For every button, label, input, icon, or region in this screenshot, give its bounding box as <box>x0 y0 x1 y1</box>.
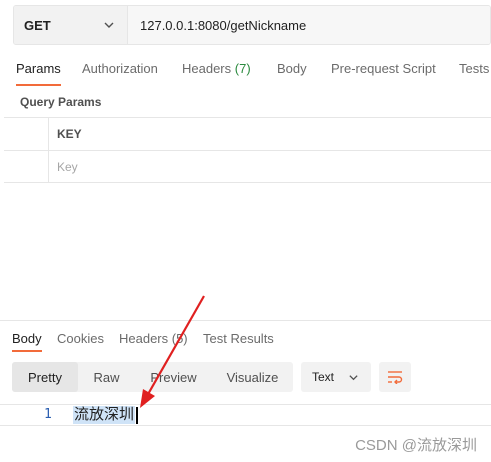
request-tabs: Params Authorization Headers (7) Body Pr… <box>0 52 491 86</box>
key-input[interactable]: Key <box>49 151 491 182</box>
table-row: Key <box>4 150 491 183</box>
format-select[interactable]: Text <box>301 362 371 392</box>
chevron-down-icon <box>349 375 358 381</box>
tab-label: Body <box>277 61 307 76</box>
tab-label: Authorization <box>82 61 158 76</box>
tab-label: Pre-request Script <box>331 61 436 76</box>
method-select[interactable]: GET <box>14 6 128 44</box>
checkbox-column <box>4 118 49 150</box>
tab-pre-request-script[interactable]: Pre-request Script <box>331 52 436 86</box>
pane-divider[interactable] <box>0 320 491 321</box>
tab-label: Tests <box>459 61 490 76</box>
tab-label: Params <box>16 61 61 76</box>
response-tab-headers[interactable]: Headers (5) <box>119 331 188 346</box>
tab-body[interactable]: Body <box>277 52 307 86</box>
view-mode-selector: Pretty Raw Preview Visualize <box>12 362 293 392</box>
tab-count: (7) <box>234 61 251 76</box>
key-column-header: KEY <box>57 127 82 141</box>
response-body-text[interactable]: 流放深圳 <box>73 406 136 424</box>
response-tab-test-results[interactable]: Test Results <box>203 331 274 346</box>
table-header-row: KEY <box>4 117 491 150</box>
tab-label: Headers <box>182 61 232 76</box>
view-mode-preview[interactable]: Preview <box>135 362 212 392</box>
row-checkbox-cell <box>4 151 49 182</box>
line-number: 1 <box>44 407 52 422</box>
response-tab-body[interactable]: Body <box>12 331 42 352</box>
response-tab-cookies[interactable]: Cookies <box>57 331 104 346</box>
view-mode-visualize[interactable]: Visualize <box>212 362 293 392</box>
tab-authorization[interactable]: Authorization <box>82 52 158 86</box>
format-label: Text <box>312 370 335 384</box>
request-bar: GET 127.0.0.1:8080/getNickname <box>13 5 491 45</box>
response-body-editor[interactable]: 1 流放深圳 <box>0 404 491 426</box>
watermark: CSDN @流放深圳 <box>355 437 477 454</box>
tab-headers[interactable]: Headers (7) <box>182 52 251 86</box>
url-text: 127.0.0.1:8080/getNickname <box>140 17 307 33</box>
tab-tests[interactable]: Tests <box>459 52 489 86</box>
response-tabs: Body Cookies Headers (5) Test Results <box>0 324 491 352</box>
wrap-lines-button[interactable] <box>379 362 411 392</box>
view-mode-raw[interactable]: Raw <box>78 362 135 392</box>
chevron-down-icon <box>104 22 114 28</box>
method-label: GET <box>24 17 51 33</box>
view-mode-pretty[interactable]: Pretty <box>12 362 78 392</box>
text-cursor <box>136 407 138 424</box>
params-table: KEY Key <box>4 117 491 183</box>
wrap-lines-icon <box>388 371 403 384</box>
query-params-title: Query Params <box>20 95 102 109</box>
tab-params[interactable]: Params <box>16 52 61 86</box>
url-input[interactable]: 127.0.0.1:8080/getNickname <box>128 6 490 44</box>
